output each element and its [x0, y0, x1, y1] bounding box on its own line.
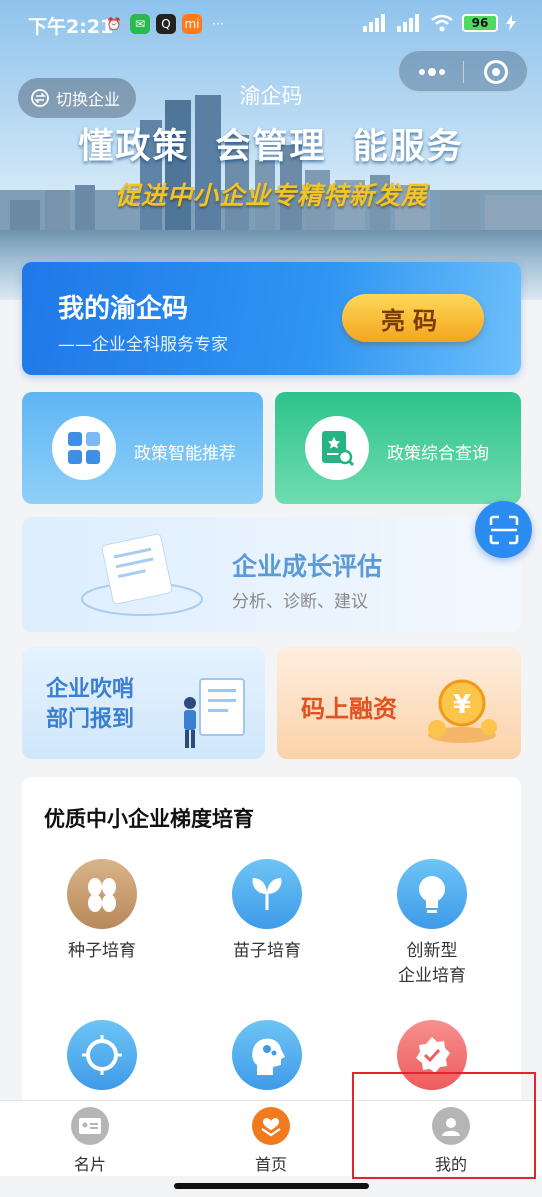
- my-code-card[interactable]: 我的渝企码 ——企业全科服务专家 亮码: [22, 262, 521, 375]
- tab-card[interactable]: 名片: [40, 1107, 140, 1175]
- tab-card-label: 名片: [73, 1155, 106, 1174]
- report-document-icon: [81, 533, 203, 616]
- status-time: 下午2:21: [28, 16, 114, 38]
- growth-assessment-title: 企业成长评估: [232, 552, 383, 581]
- home-indicator: [174, 1183, 369, 1189]
- yen-coins-icon: ¥: [428, 679, 497, 743]
- home-heart-icon: [252, 1107, 290, 1145]
- innovative-label-line-2: 企业培育: [398, 966, 466, 986]
- seeds-icon: [67, 859, 137, 929]
- banner-slogan: 懂政策 会管理 能服务: [78, 127, 464, 167]
- more-menu-icon[interactable]: [417, 63, 447, 81]
- my-code-title: 我的渝企码: [58, 294, 189, 324]
- whistle-line-2: 部门报到: [46, 707, 135, 732]
- whistle-report-tile[interactable]: 企业吹哨 部门报到: [22, 647, 265, 759]
- whistle-line-1: 企业吹哨: [46, 677, 135, 702]
- mi-icon: mi: [182, 14, 202, 34]
- seed-cultivation-label: 种子培育: [68, 941, 136, 961]
- head-cultivation-item[interactable]: [192, 1020, 342, 1090]
- show-code-button[interactable]: 亮码: [342, 294, 484, 342]
- whistle-report-label: 企业吹哨 部门报到: [46, 675, 134, 735]
- page-title: 渝企码: [239, 84, 303, 108]
- charging-icon: [506, 15, 516, 31]
- scan-float-button[interactable]: [475, 501, 532, 558]
- more-dots-icon: ···: [212, 17, 224, 31]
- growth-assessment-tile[interactable]: 企业成长评估 分析、诊断、建议: [22, 517, 521, 632]
- finance-label: 码上融资: [301, 695, 397, 723]
- wechat-icon: ✉: [130, 14, 150, 34]
- my-code-subtitle: ——企业全科服务专家: [58, 335, 228, 355]
- svg-text:¥: ¥: [453, 690, 471, 720]
- battery-indicator: 96: [462, 14, 498, 32]
- cultivation-section: 优质中小企业梯度培育 种子培育 苗子培育 创新型 企业培育: [22, 777, 521, 1107]
- sprout-icon: [232, 859, 302, 929]
- scan-icon: [489, 515, 518, 544]
- innovative-label-line-1: 创新型: [406, 941, 458, 961]
- lightbulb-icon: [397, 859, 467, 929]
- wifi-icon: [431, 14, 453, 32]
- banner-subslogan: 促进中小企业专精特新发展: [114, 181, 427, 210]
- brain-head-icon: [232, 1020, 302, 1090]
- tab-home[interactable]: 首页: [221, 1107, 321, 1175]
- target-cultivation-item[interactable]: [27, 1020, 177, 1090]
- innovative-cultivation-label: 创新型 企业培育: [357, 939, 507, 989]
- status-bar: 下午2:21 ⏰ ✉ Q mi ··· 96: [0, 0, 542, 48]
- alarm-icon: ⏰: [106, 17, 122, 31]
- apps-grid-icon: [52, 416, 116, 480]
- seed-cultivation-item[interactable]: 种子培育: [27, 859, 177, 964]
- policy-search-icon: [305, 416, 369, 480]
- status-system-icons: 96: [362, 14, 516, 32]
- finance-tile[interactable]: 码上融资 ¥: [277, 647, 521, 759]
- signal-icon-2: [397, 14, 419, 32]
- policy-query-label: 政策综合查询: [387, 444, 489, 464]
- policy-recommend-tile[interactable]: 政策智能推荐: [22, 392, 263, 504]
- clipboard-person-icon: [184, 678, 245, 748]
- policy-recommend-label: 政策智能推荐: [134, 444, 236, 464]
- growth-assessment-subtitle: 分析、诊断、建议: [232, 592, 368, 612]
- signal-icon: [363, 14, 385, 32]
- target-icon: [67, 1020, 137, 1090]
- cultivation-title: 优质中小企业梯度培育: [44, 807, 254, 831]
- status-notification-icons: ⏰ ✉ Q mi ···: [104, 14, 228, 34]
- qq-icon: Q: [156, 14, 176, 34]
- seedling-cultivation-label: 苗子培育: [233, 941, 301, 961]
- tab-home-label: 首页: [254, 1155, 287, 1174]
- highlight-annotation-box: [352, 1072, 536, 1179]
- business-card-icon: [71, 1107, 109, 1145]
- seedling-cultivation-item[interactable]: 苗子培育: [192, 859, 342, 964]
- policy-query-tile[interactable]: 政策综合查询: [275, 392, 521, 504]
- innovative-cultivation-item[interactable]: 创新型 企业培育: [357, 859, 507, 989]
